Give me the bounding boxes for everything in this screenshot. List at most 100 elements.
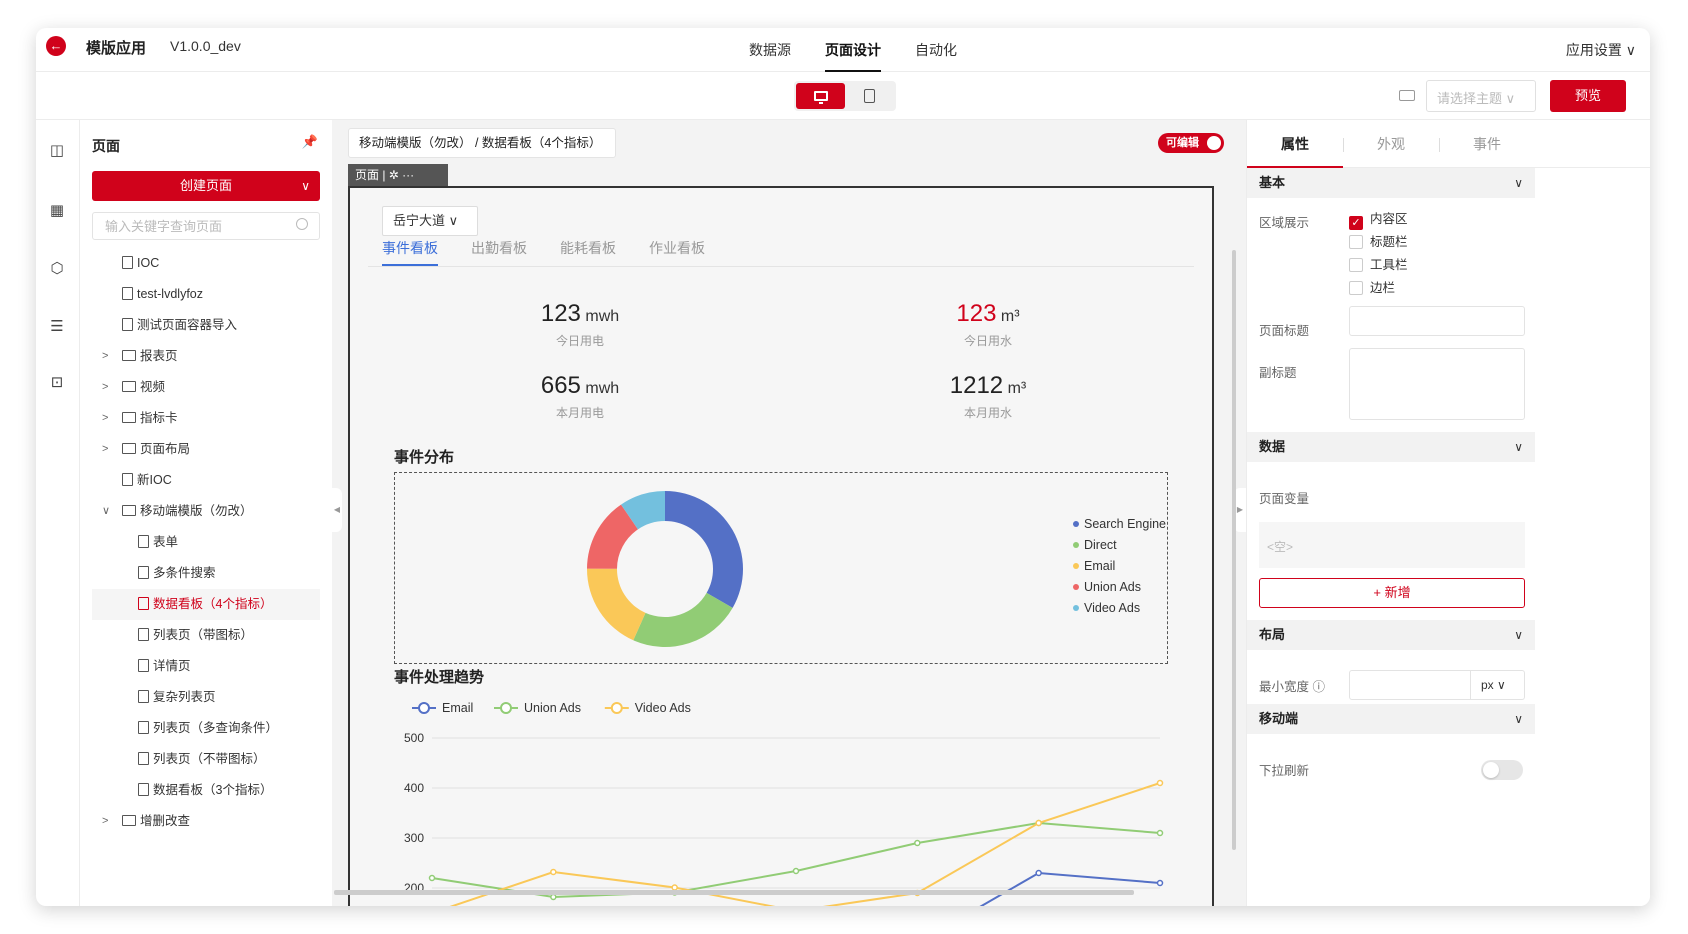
checkbox[interactable] xyxy=(1349,281,1363,295)
legend-item[interactable]: Email xyxy=(1073,559,1115,573)
chevron-right-icon[interactable]: > xyxy=(102,341,108,372)
legend-item[interactable]: Direct xyxy=(1073,538,1117,552)
tree-item[interactable]: > 指标卡 xyxy=(92,403,320,434)
tree-item[interactable]: 详情页 xyxy=(92,651,320,682)
pie-slice-email[interactable] xyxy=(587,568,646,641)
legend-item[interactable]: Video Ads xyxy=(1073,601,1140,615)
data-point[interactable] xyxy=(1035,869,1042,877)
tree-item[interactable]: > 报表页 xyxy=(92,341,320,372)
tree-item[interactable]: 列表页（带图标） xyxy=(92,620,320,651)
data-point[interactable] xyxy=(914,839,921,847)
page-title-input[interactable] xyxy=(1349,306,1525,336)
tab-appearance[interactable]: 外观 xyxy=(1343,120,1439,167)
editable-toggle[interactable]: 可编辑 xyxy=(1158,133,1224,153)
pull-refresh-switch[interactable] xyxy=(1481,760,1523,780)
region-checkbox-row[interactable]: 标题栏 xyxy=(1349,231,1408,250)
group-data[interactable]: 数据 ∨ xyxy=(1247,432,1535,462)
tree-item[interactable]: test-lvdlyfoz xyxy=(92,279,320,310)
back-arrow-icon[interactable]: ← xyxy=(46,36,66,56)
layout-panel-icon[interactable]: ◫ xyxy=(48,142,66,160)
tree-item[interactable]: 新IOC xyxy=(92,465,320,496)
series-line-union-ads[interactable] xyxy=(431,821,1161,899)
chevron-right-icon[interactable]: > xyxy=(102,806,108,837)
data-point[interactable] xyxy=(428,874,436,882)
page-search-input[interactable] xyxy=(92,212,320,240)
region-checkbox-row[interactable]: ✓ 内容区 xyxy=(1349,208,1408,230)
data-point[interactable] xyxy=(1035,819,1042,827)
preview-button[interactable]: 预览 xyxy=(1550,80,1626,112)
group-basic[interactable]: 基本 ∨ xyxy=(1247,168,1535,198)
region-checkbox-row[interactable]: 工具栏 xyxy=(1349,254,1408,273)
min-width-input[interactable] xyxy=(1349,670,1471,700)
collapse-left-panel-button[interactable]: ◀ xyxy=(332,488,342,532)
info-icon[interactable]: ⓘ xyxy=(1313,680,1326,694)
chevron-down-icon[interactable]: ∨ xyxy=(301,171,310,201)
chevron-down-icon[interactable]: ∨ xyxy=(1514,168,1523,198)
data-point[interactable] xyxy=(1156,779,1164,787)
tab-automation[interactable]: 自动化 xyxy=(898,28,974,72)
create-page-button[interactable]: 创建页面 ∨ xyxy=(92,171,320,201)
keyboard-icon[interactable] xyxy=(1399,90,1415,101)
group-mobile[interactable]: 移动端 ∨ xyxy=(1247,704,1535,734)
tab-operations[interactable]: 作业看板 xyxy=(649,238,705,266)
chevron-right-icon[interactable]: > xyxy=(102,434,108,465)
data-point[interactable] xyxy=(792,867,800,875)
region-checkbox-row[interactable]: 边栏 xyxy=(1349,277,1395,296)
canvas-vertical-scrollbar[interactable] xyxy=(1232,250,1236,850)
tree-item[interactable]: > 页面布局 xyxy=(92,434,320,465)
legend-marker[interactable] xyxy=(418,702,430,714)
app-settings-dropdown[interactable]: 应用设置 ∨ xyxy=(1566,40,1636,60)
legend-item[interactable]: Search Engine xyxy=(1073,517,1166,531)
chevron-down-icon[interactable]: ∨ xyxy=(1514,432,1523,462)
unit-select[interactable]: px ∨ xyxy=(1471,670,1525,700)
chevron-right-icon[interactable]: > xyxy=(102,372,108,403)
legend-label[interactable]: Email xyxy=(442,701,473,715)
page-tag[interactable]: 页面 | ✲ ··· xyxy=(348,164,448,186)
checkbox[interactable] xyxy=(1349,258,1363,272)
tree-item[interactable]: 列表页（不带图标） xyxy=(92,744,320,775)
legend-marker[interactable] xyxy=(500,702,512,714)
tab-energy[interactable]: 能耗看板 xyxy=(560,238,616,266)
data-point[interactable] xyxy=(550,868,557,876)
tree-item[interactable]: 数据看板（4个指标） xyxy=(92,589,320,620)
legend-label[interactable]: Union Ads xyxy=(524,701,581,715)
data-point[interactable] xyxy=(1156,879,1164,887)
location-select[interactable]: 岳宁大道 ∨ xyxy=(382,206,478,236)
cube-icon[interactable]: ⬡ xyxy=(48,260,66,278)
tree-item[interactable]: ∨ 移动端模版（勿改） xyxy=(92,496,320,527)
chevron-down-icon[interactable]: ∨ xyxy=(1514,704,1523,734)
components-grid-icon[interactable]: ▦ xyxy=(48,202,66,220)
tree-item[interactable]: > 增删改查 xyxy=(92,806,320,837)
pie-slice-search-engine[interactable] xyxy=(665,491,743,608)
legend-label[interactable]: Video Ads xyxy=(635,701,691,715)
pie-slice-direct[interactable] xyxy=(633,592,733,647)
data-point[interactable] xyxy=(1156,829,1164,837)
pin-icon[interactable]: 📌 xyxy=(302,134,318,150)
tree-item[interactable]: 复杂列表页 xyxy=(92,682,320,713)
page-breadcrumb-select[interactable]: 移动端模版（勿改） / 数据看板（4个指标） ∨ xyxy=(348,128,616,178)
tree-item[interactable]: 数据看板（3个指标） xyxy=(92,775,320,806)
tab-attendance[interactable]: 出勤看板 xyxy=(471,238,527,266)
checkbox[interactable]: ✓ xyxy=(1349,216,1363,230)
group-layout[interactable]: 布局 ∨ xyxy=(1247,620,1535,650)
tablet-view-button[interactable] xyxy=(845,83,894,109)
tree-item[interactable]: IOC xyxy=(92,248,320,279)
tab-properties[interactable]: 属性 xyxy=(1247,120,1343,168)
legend-item[interactable]: Union Ads xyxy=(1073,580,1141,594)
subtitle-textarea[interactable] xyxy=(1349,348,1525,420)
canvas-horizontal-scrollbar[interactable] xyxy=(334,890,1134,895)
legend-marker[interactable] xyxy=(610,702,623,714)
tab-events-config[interactable]: 事件 xyxy=(1439,120,1535,167)
tree-outline-icon[interactable]: ☰ xyxy=(48,318,66,336)
desktop-view-button[interactable] xyxy=(796,83,845,109)
tree-item[interactable]: 测试页面容器导入 xyxy=(92,310,320,341)
code-icon[interactable]: ⊡ xyxy=(48,374,66,392)
pie-chart-container[interactable]: Search Engine Direct Email Union Ads Video A… xyxy=(394,472,1168,664)
add-variable-button[interactable]: + 新增 xyxy=(1259,578,1525,608)
theme-select[interactable]: 请选择主题 ∨ xyxy=(1426,80,1536,112)
tab-datasource[interactable]: 数据源 xyxy=(732,28,808,72)
chevron-down-icon[interactable]: ∨ xyxy=(1514,620,1523,650)
tab-page-design[interactable]: 页面设计 xyxy=(808,28,898,72)
tab-events[interactable]: 事件看板 xyxy=(382,238,438,266)
tree-item[interactable]: 表单 xyxy=(92,527,320,558)
